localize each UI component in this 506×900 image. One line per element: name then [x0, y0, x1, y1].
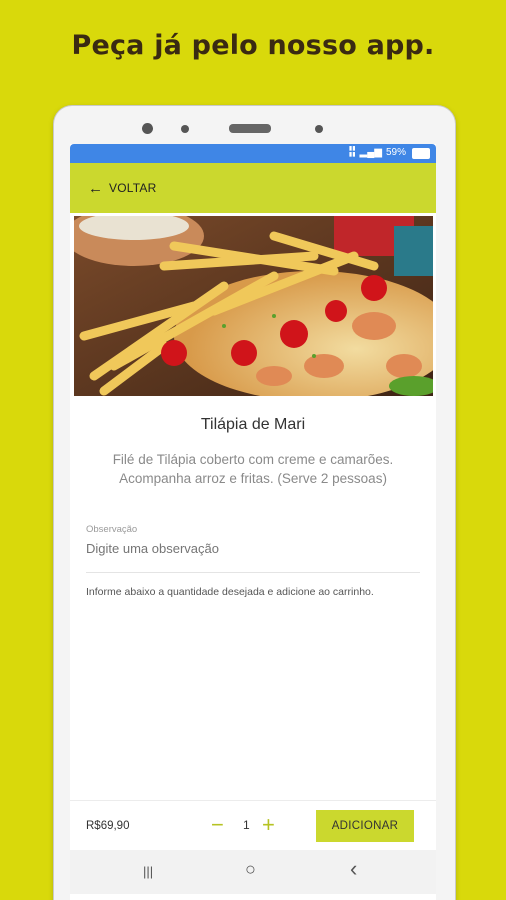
- quantity-value: 1: [243, 818, 250, 832]
- observation-field: Observação: [86, 524, 420, 573]
- signal-icon: ▂▄▆: [359, 146, 382, 158]
- cart-bar: R$69,90 − 1 + ADICIONAR: [70, 800, 436, 850]
- quantity-hint: Informe abaixo a quantidade desejada e a…: [86, 586, 374, 598]
- minus-icon[interactable]: −: [211, 814, 224, 836]
- arrow-left-icon: ←: [88, 179, 103, 197]
- app-bar: ← VOLTAR: [70, 163, 436, 213]
- chevron-left-icon[interactable]: ‹: [350, 856, 357, 882]
- network-icon: ▮▮ ▮▮: [348, 146, 356, 158]
- plus-icon[interactable]: +: [262, 814, 275, 836]
- dish-photo-illustration: [74, 216, 433, 396]
- observation-label: Observação: [86, 524, 138, 535]
- promo-headline: Peça já pelo nosso app.: [71, 30, 435, 61]
- dish-photo: [74, 216, 433, 396]
- back-label: VOLTAR: [109, 181, 157, 195]
- status-icons: ▮▮ ▮▮ ▂▄▆ 59%: [349, 146, 406, 158]
- back-button[interactable]: ← VOLTAR: [88, 181, 156, 196]
- add-to-cart-button[interactable]: ADICIONAR: [316, 810, 414, 842]
- sensor-icon: [315, 125, 323, 133]
- app-screen: ▮▮ ▮▮ ▂▄▆ 59% ← VOLTAR Tilápia de Mari F…: [70, 144, 436, 900]
- phone-frame: ▮▮ ▮▮ ▂▄▆ 59% ← VOLTAR Tilápia de Mari F…: [54, 106, 455, 900]
- speaker-grille: [229, 124, 271, 133]
- battery-percent: 59%: [385, 146, 406, 158]
- sensor-icon: [181, 125, 189, 133]
- camera-icon: [142, 123, 153, 134]
- recents-icon[interactable]: |||: [143, 864, 153, 879]
- dish-description: Filé de Tilápia coberto com creme e cama…: [112, 452, 394, 486]
- observation-input[interactable]: [86, 541, 420, 556]
- home-icon[interactable]: ○: [245, 859, 256, 880]
- system-nav-bar: ||| ○ ‹: [70, 850, 436, 894]
- dish-title: Tilápia de Mari: [200, 416, 306, 433]
- price-label: R$69,90: [86, 819, 130, 832]
- battery-icon: [412, 148, 430, 159]
- status-bar: ▮▮ ▮▮ ▂▄▆ 59%: [70, 144, 436, 163]
